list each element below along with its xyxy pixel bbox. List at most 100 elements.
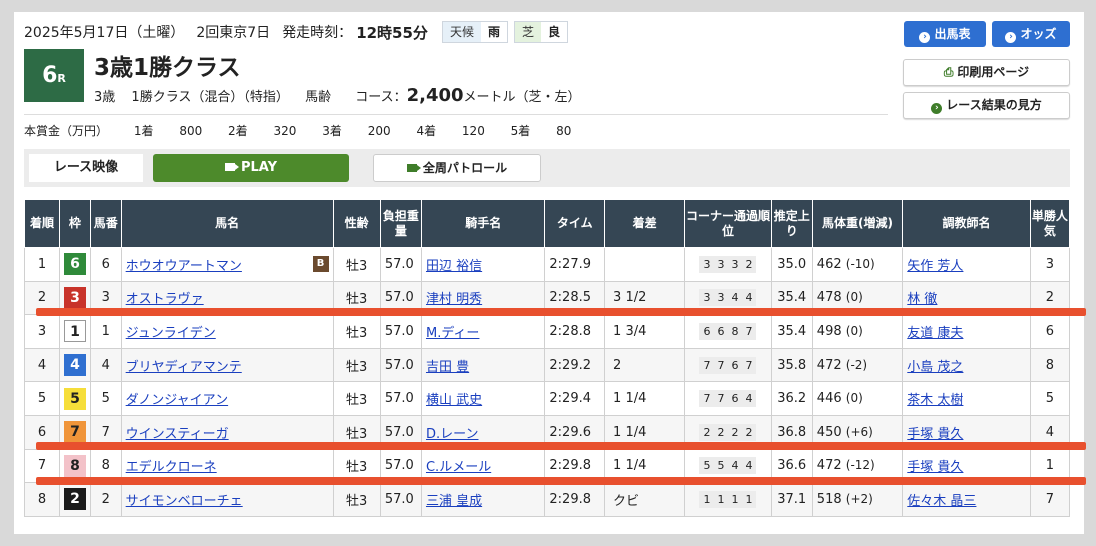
- body-weight: 498: [816, 323, 842, 339]
- waku-badge: 7: [63, 421, 86, 444]
- rank-cell: 8: [24, 482, 60, 517]
- col-header: 調教師名: [902, 199, 1031, 248]
- trainer-link[interactable]: 林 徹: [907, 292, 937, 307]
- trainer-link[interactable]: 小島 茂之: [907, 360, 963, 375]
- corner-position: 3: [717, 257, 725, 271]
- jockey-link[interactable]: D.レーン: [426, 427, 479, 442]
- corner-position: 2: [717, 425, 725, 439]
- corner-position: 6: [717, 324, 725, 338]
- horse-name-link[interactable]: ホウオウアートマン: [126, 259, 242, 274]
- col-header: 推定上り: [770, 199, 813, 248]
- corner-position: 1: [717, 492, 725, 506]
- entries-button-label: 出馬表: [934, 27, 971, 41]
- corners-cell: 1111: [684, 482, 772, 517]
- play-button[interactable]: PLAY: [153, 154, 349, 182]
- body-weight: 462: [816, 256, 842, 272]
- horse-name-link[interactable]: ジュンライデン: [126, 326, 216, 341]
- race-meeting: 2回東京7日: [196, 25, 271, 41]
- body-weight-diff: (0): [845, 290, 863, 305]
- race-class: 1勝クラス（混合）（特指）: [131, 90, 289, 105]
- trainer-link[interactable]: 手塚 貴久: [907, 460, 963, 475]
- col-header: 馬番: [89, 199, 122, 248]
- horse-number-cell: 5: [89, 381, 122, 416]
- prize-item: 320: [273, 124, 297, 138]
- body-weight: 450: [816, 424, 842, 440]
- col-header: 着順: [24, 199, 60, 248]
- jockey-link[interactable]: 吉田 豊: [426, 360, 469, 375]
- weight-cell: 57.0: [379, 482, 422, 517]
- video-bar: レース映像 PLAY 全周パトロール: [24, 149, 1070, 187]
- waku-cell: 6: [58, 247, 91, 282]
- corner-positions: 1111: [699, 490, 757, 508]
- prize-item: 4着: [416, 124, 437, 138]
- col-header: コーナー通過順位: [684, 199, 772, 248]
- trainer-link[interactable]: 矢作 芳人: [907, 259, 963, 274]
- weight-cell: 57.0: [379, 247, 422, 282]
- waku-cell: 2: [58, 482, 91, 517]
- horse-name-link[interactable]: エデルクローネ: [126, 460, 217, 475]
- corner-positions: 3332: [699, 255, 757, 273]
- corner-position: 8: [731, 324, 739, 338]
- race-age: 3歳: [94, 90, 116, 105]
- popularity-cell: 6: [1029, 314, 1071, 349]
- print-page-button[interactable]: ⎙ 印刷用ページ: [903, 59, 1070, 86]
- body-weight-diff: (0): [845, 323, 863, 338]
- waku-badge: 4: [63, 354, 86, 377]
- body-weight-cell: 498 (0): [811, 314, 904, 349]
- body-weight: 518: [816, 491, 842, 507]
- last-3f-cell: 35.4: [770, 314, 813, 349]
- jockey-link[interactable]: 横山 武史: [426, 393, 482, 408]
- trainer-link[interactable]: 手塚 貴久: [907, 427, 963, 442]
- horse-name-link[interactable]: オストラヴァ: [126, 292, 204, 307]
- prize-item: 80: [556, 124, 572, 138]
- corner-position: 2: [703, 425, 711, 439]
- entries-button[interactable]: › 出馬表: [904, 21, 986, 47]
- body-weight-diff: (0): [845, 391, 863, 406]
- annotation-underline: [36, 308, 1086, 316]
- jockey-link[interactable]: 三浦 皇成: [426, 494, 482, 509]
- trainer-link[interactable]: 友道 康夫: [907, 326, 963, 341]
- horse-name-link[interactable]: ウインスティーガ: [126, 427, 229, 442]
- corners-cell: 7767: [684, 347, 772, 383]
- col-header: 負担重量: [379, 199, 422, 248]
- race-title: 3歳1勝クラス: [94, 55, 241, 81]
- weather-box: 天候 雨: [441, 21, 508, 43]
- trainer-link[interactable]: 茶木 太樹: [907, 393, 963, 408]
- horse-name-cell: サイモンベローチェ: [120, 482, 334, 517]
- howto-link-button[interactable]: › レース結果の見方: [903, 92, 1070, 119]
- body-weight: 472: [816, 458, 842, 474]
- margin-cell: 2: [604, 347, 686, 383]
- jockey-link[interactable]: 津村 明秀: [426, 292, 482, 307]
- last-3f-cell: 35.0: [770, 247, 813, 282]
- rank-cell: 4: [24, 347, 60, 383]
- race-number: 6: [42, 63, 58, 88]
- horse-name-link[interactable]: サイモンベローチェ: [126, 494, 243, 509]
- prize-item: 2着: [228, 124, 248, 138]
- waku-badge: 2: [63, 488, 86, 511]
- odds-button[interactable]: › オッズ: [992, 21, 1070, 47]
- horse-name-link[interactable]: ブリヤディアマンテ: [126, 360, 242, 375]
- play-label: PLAY: [240, 160, 278, 175]
- race-info-line: 2025年5月17日（土曜） 2回東京7日 発走時刻： 12時55分 天候 雨 …: [24, 21, 568, 43]
- waku-badge: 6: [63, 253, 86, 276]
- popularity-cell: 3: [1029, 247, 1071, 282]
- horse-name-link[interactable]: ダノンジャイアン: [126, 393, 228, 408]
- print-button-label: 印刷用ページ: [957, 65, 1030, 79]
- corner-position: 4: [731, 291, 739, 305]
- corner-position: 4: [745, 291, 753, 305]
- weight-cell: 57.0: [379, 314, 422, 349]
- body-weight-diff: (-12): [845, 458, 875, 473]
- horse-number-cell: 2: [89, 482, 122, 517]
- jockey-link[interactable]: M.ディー: [426, 326, 479, 341]
- corner-positions: 2222: [699, 423, 757, 441]
- corner-position: 7: [745, 324, 753, 338]
- weight-cell: 57.0: [379, 381, 422, 416]
- trainer-link[interactable]: 佐々木 晶三: [907, 494, 976, 509]
- turf-label: 芝: [514, 22, 541, 42]
- popularity-cell: 5: [1029, 381, 1071, 416]
- corner-position: 5: [717, 459, 725, 473]
- waku-badge: 1: [63, 320, 86, 343]
- patrol-button[interactable]: 全周パトロール: [373, 154, 541, 182]
- jockey-link[interactable]: 田辺 裕信: [426, 259, 482, 274]
- jockey-link[interactable]: C.ルメール: [426, 460, 491, 475]
